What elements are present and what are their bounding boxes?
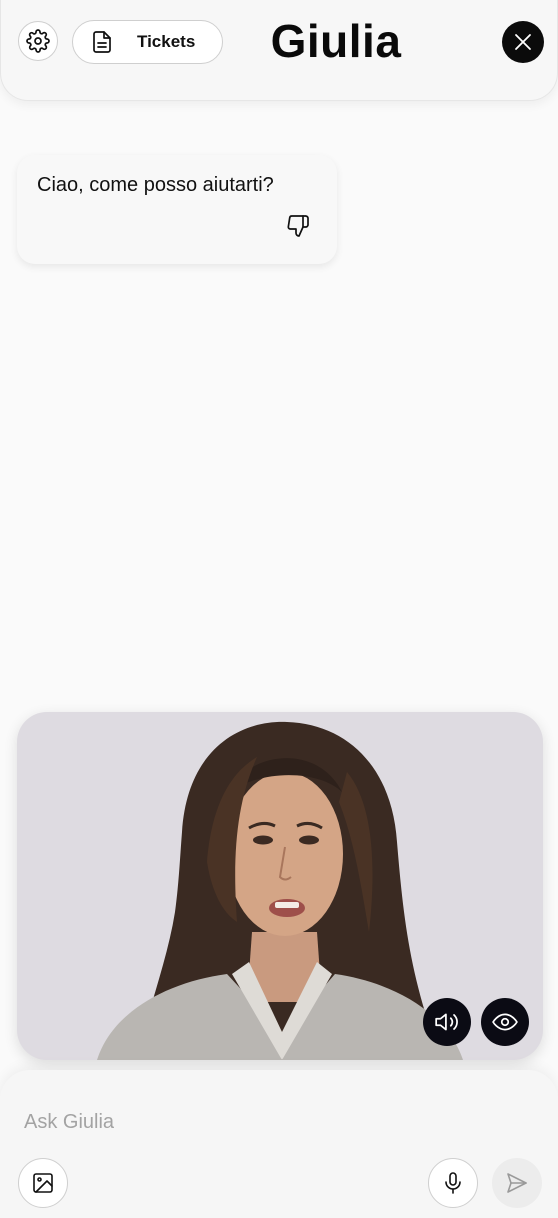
avatar-video xyxy=(17,712,543,1060)
document-icon xyxy=(93,31,111,53)
image-icon xyxy=(33,1173,53,1193)
app-title: Giulia xyxy=(270,15,402,67)
microphone-button[interactable] xyxy=(428,1158,478,1208)
eye-icon xyxy=(492,1013,518,1031)
thumbs-down-icon xyxy=(287,215,309,237)
message-input[interactable] xyxy=(18,1100,538,1144)
chat-app: Tickets Giulia Ciao, come posso aiutarti… xyxy=(0,0,558,1218)
message-composer xyxy=(0,1070,558,1218)
attach-image-button[interactable] xyxy=(18,1158,68,1208)
close-icon xyxy=(515,34,531,50)
thumbs-down-button[interactable] xyxy=(285,213,311,239)
microphone-icon xyxy=(445,1172,461,1194)
settings-button[interactable] xyxy=(18,21,58,61)
tickets-button[interactable]: Tickets xyxy=(72,20,223,64)
speaker-icon xyxy=(435,1013,458,1031)
tickets-label: Tickets xyxy=(137,32,196,51)
send-button[interactable] xyxy=(492,1158,542,1208)
gear-icon xyxy=(26,29,50,53)
message-text: Ciao, come posso aiutarti? xyxy=(37,174,274,196)
close-button[interactable] xyxy=(502,21,544,63)
sound-toggle-button[interactable] xyxy=(423,998,471,1046)
assistant-message-bubble: Ciao, come posso aiutarti? xyxy=(17,155,337,264)
visibility-toggle-button[interactable] xyxy=(481,998,529,1046)
send-icon xyxy=(507,1173,527,1193)
header-bar: Tickets Giulia xyxy=(0,0,558,101)
